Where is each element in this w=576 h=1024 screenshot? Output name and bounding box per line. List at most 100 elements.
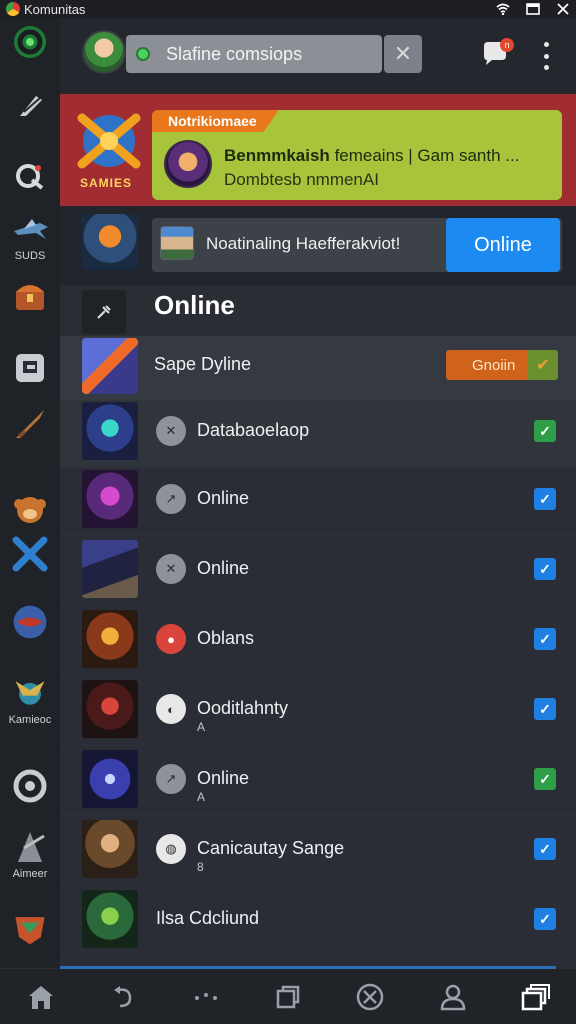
list-item[interactable]: ↗ Online A ✓ <box>60 748 576 816</box>
rail-item-6[interactable] <box>4 404 56 444</box>
home-icon[interactable] <box>24 980 58 1014</box>
notice-card[interactable]: Notrikiomaee Benmmkaish femeains | Gam s… <box>152 110 562 200</box>
sword-icon <box>10 404 50 444</box>
target-ring-icon <box>10 766 50 806</box>
back-icon[interactable] <box>106 980 140 1014</box>
cross-circle-icon[interactable] <box>353 980 387 1014</box>
status-icon: ✕ <box>156 416 186 446</box>
header-bar: ✕ n <box>60 18 576 94</box>
check-icon: ✔ <box>528 350 558 380</box>
row-sub: 8 <box>197 860 204 874</box>
row-name: Ooditlahnty <box>197 698 289 718</box>
row-name: Databaoelaop <box>197 420 310 440</box>
list-item[interactable]: ◐ Ooditlahnty A ✓ <box>60 678 576 746</box>
game-name: SAMIES <box>80 176 133 190</box>
row-name: Online <box>197 768 250 788</box>
window-icon[interactable] <box>526 3 540 15</box>
green-ring-icon <box>10 22 50 62</box>
rail-item-13[interactable] <box>4 908 56 948</box>
more-menu-button[interactable] <box>538 42 554 70</box>
rail-item-9[interactable] <box>4 602 56 642</box>
checkbox[interactable]: ✓ <box>534 698 556 720</box>
square-tile-icon <box>10 348 50 388</box>
invite-text: Noatinaling Haefferakviot! <box>206 234 401 253</box>
rail-item-5[interactable] <box>4 348 56 388</box>
list-item[interactable]: ◍ Canicautay Sange 8 ✓ <box>60 818 576 886</box>
list-item[interactable]: ↗ Online ✓ <box>60 468 576 536</box>
notification-badge: n <box>500 38 514 52</box>
rail-item-8[interactable] <box>4 534 56 574</box>
rail-item-label: SUDS <box>14 250 46 262</box>
section-header: Online <box>60 286 576 336</box>
list-item[interactable]: ✕ Databaoelaop ✓ <box>60 400 576 468</box>
online-button[interactable]: Online <box>446 218 560 272</box>
checkbox[interactable]: ✓ <box>534 420 556 442</box>
game-thumbnail <box>82 750 138 808</box>
game-thumbnail <box>82 338 138 394</box>
copy-icon[interactable] <box>271 980 305 1014</box>
rail-item-12[interactable]: Aimeer <box>4 826 56 880</box>
game-banner: SAMIES Notrikiomaee Benmmkaish femeains … <box>60 94 576 206</box>
bottom-nav <box>0 969 576 1024</box>
list-item[interactable]: Ilsa Cdcliund ✓ <box>60 888 576 956</box>
pin-icon[interactable] <box>82 290 126 334</box>
checkbox[interactable]: ✓ <box>534 908 556 930</box>
knight-icon <box>10 826 50 866</box>
rail-item-0[interactable] <box>4 22 56 62</box>
game-thumbnail <box>82 540 138 598</box>
rail-item-4[interactable] <box>4 276 56 316</box>
rail-item-11[interactable] <box>4 766 56 806</box>
clear-search-button[interactable]: ✕ <box>384 35 422 73</box>
close-icon: ✕ <box>393 41 413 66</box>
monkey-icon <box>10 488 50 528</box>
dots-icon[interactable] <box>189 980 223 1014</box>
join-button[interactable]: Gnoiin ✔ <box>446 350 558 380</box>
row-name: Oblans <box>197 628 255 648</box>
status-icon: ◐ <box>156 694 186 724</box>
join-button-label: Gnoiin <box>472 356 516 374</box>
game-thumbnail[interactable] <box>82 214 138 270</box>
notice-subtitle: Dombtesb nmmenAI <box>224 170 379 189</box>
checkbox[interactable]: ✓ <box>534 488 556 510</box>
search-box[interactable] <box>126 35 382 73</box>
treasure-chest-icon <box>10 276 50 316</box>
crossed-swords-icon <box>10 534 50 574</box>
status-icon: ● <box>156 624 186 654</box>
checkbox[interactable]: ✓ <box>534 768 556 790</box>
user-avatar[interactable] <box>82 30 126 74</box>
people-icon[interactable] <box>436 980 470 1014</box>
game-thumbnail <box>82 680 138 738</box>
search-input[interactable] <box>166 43 366 65</box>
invite-avatar <box>160 226 194 260</box>
left-rail: SUDS Kamieoc Aimeer <box>0 18 60 968</box>
wifi-icon <box>496 3 510 15</box>
checkbox[interactable]: ✓ <box>534 558 556 580</box>
row-sub: A <box>197 790 206 804</box>
rail-item-label: Aimeer <box>12 868 48 880</box>
list-item[interactable]: ● Oblans ✓ <box>60 608 576 676</box>
row-name: Sape Dyline <box>154 354 252 374</box>
close-icon[interactable] <box>556 3 570 15</box>
game-logo-icon[interactable] <box>76 108 142 174</box>
row-name: Ilsa Cdcliund <box>156 908 260 928</box>
notifications-button[interactable]: n <box>480 38 514 72</box>
highlight-row[interactable]: Sape Dyline Gnoiin ✔ <box>60 336 576 400</box>
checkbox[interactable]: ✓ <box>534 628 556 650</box>
rail-item-7[interactable] <box>4 488 56 528</box>
rail-item-label: Kamieoc <box>8 714 52 726</box>
jet-icon <box>10 208 50 248</box>
stack-icon[interactable] <box>518 980 552 1014</box>
game-thumbnail <box>82 610 138 668</box>
rail-item-1[interactable] <box>4 84 56 124</box>
rail-item-3[interactable]: SUDS <box>4 208 56 262</box>
row-sub: A <box>197 720 206 734</box>
rail-item-10[interactable]: Kamieoc <box>4 672 56 726</box>
game-thumbnail <box>82 820 138 878</box>
notice-title-bold: Benmmkaish <box>224 146 330 165</box>
checkbox[interactable]: ✓ <box>534 838 556 860</box>
row-name: Online <box>197 488 250 508</box>
dot-icon <box>543 53 549 59</box>
rail-item-2[interactable] <box>4 156 56 196</box>
list-item[interactable]: ✕ Online ✓ <box>60 538 576 606</box>
shield-crest-icon <box>10 908 50 948</box>
